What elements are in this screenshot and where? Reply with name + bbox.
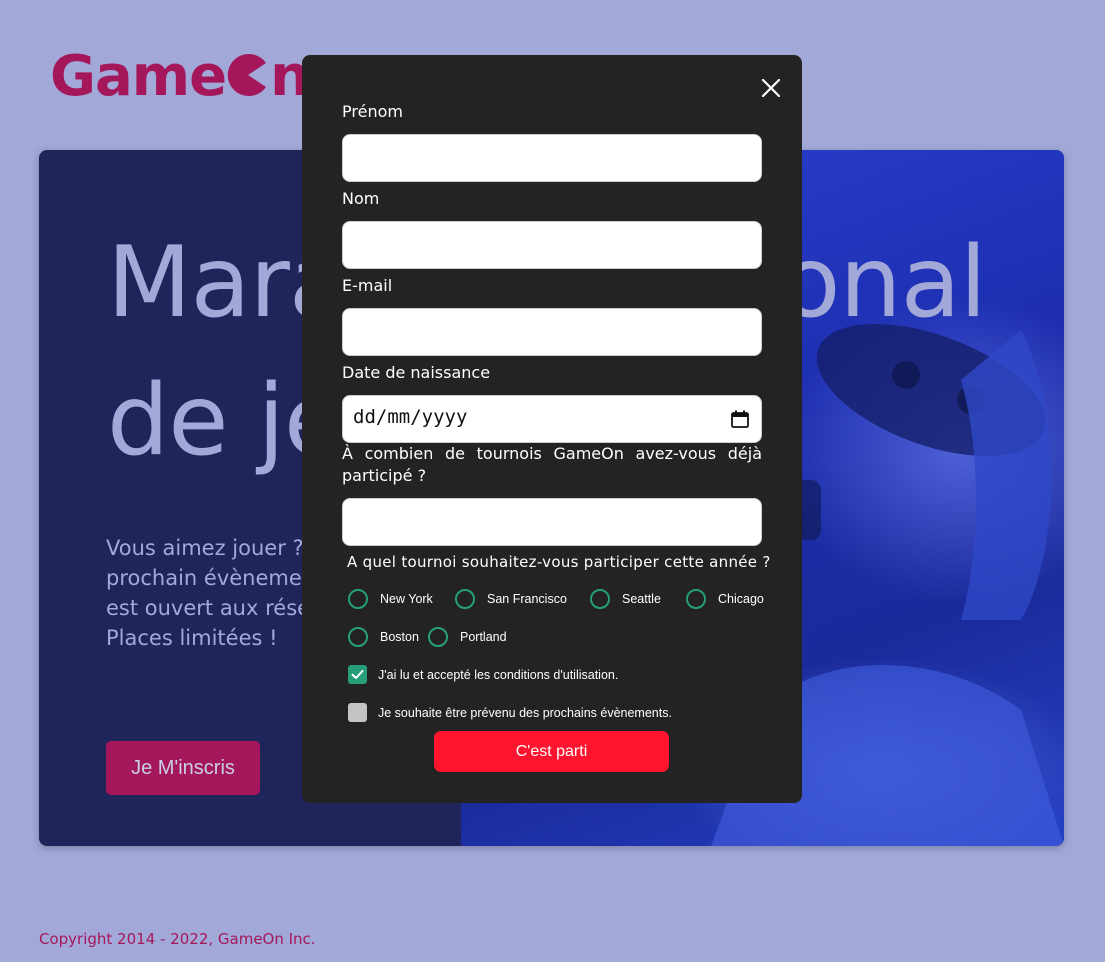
birthdate-input[interactable]: dd/mm/yyyy bbox=[342, 395, 762, 443]
radio-circle[interactable] bbox=[428, 627, 448, 647]
radio-label: Seattle bbox=[622, 592, 661, 606]
radio-seattle[interactable]: Seattle bbox=[590, 589, 661, 609]
tournament-count-input[interactable] bbox=[342, 498, 762, 546]
radio-circle[interactable] bbox=[348, 589, 368, 609]
signup-button[interactable]: Je M'inscris bbox=[106, 741, 260, 795]
radio-portland[interactable]: Portland bbox=[428, 627, 507, 647]
terms-checkbox[interactable]: J'ai lu et accepté les conditions d'util… bbox=[348, 665, 618, 684]
birthdate-placeholder: dd/mm/yyyy bbox=[353, 406, 468, 428]
terms-checkbox-box[interactable] bbox=[348, 665, 367, 684]
terms-checkbox-label: J'ai lu et accepté les conditions d'util… bbox=[378, 667, 619, 682]
tournament-count-label: À combien de tournois GameOn avez-vous d… bbox=[342, 444, 762, 485]
first-name-label: Prénom bbox=[342, 102, 403, 121]
calendar-icon[interactable] bbox=[730, 409, 750, 429]
radio-circle[interactable] bbox=[590, 589, 610, 609]
last-name-input[interactable] bbox=[342, 221, 762, 269]
checkmark-icon bbox=[351, 670, 364, 679]
radio-circle[interactable] bbox=[348, 627, 368, 647]
radio-boston[interactable]: Boston bbox=[348, 627, 419, 647]
birthdate-label: Date de naissance bbox=[342, 363, 491, 382]
newsletter-checkbox-box[interactable] bbox=[348, 703, 367, 722]
radio-label: New York bbox=[380, 592, 433, 606]
last-name-label: Nom bbox=[342, 189, 380, 208]
signup-modal: Prénom Nom E-mail Date de naissance dd/m… bbox=[302, 55, 802, 803]
pacman-logo-icon bbox=[226, 48, 270, 96]
radio-new-york[interactable]: New York bbox=[348, 589, 433, 609]
logo-text-prefix: Game bbox=[50, 44, 227, 109]
radio-label: Portland bbox=[460, 630, 507, 644]
newsletter-checkbox[interactable]: Je souhaite être prévenu des prochains é… bbox=[348, 703, 672, 722]
email-label: E-mail bbox=[342, 276, 393, 295]
close-modal-button[interactable] bbox=[757, 74, 785, 102]
close-icon bbox=[761, 78, 781, 98]
radio-san-francisco[interactable]: San Francisco bbox=[455, 589, 567, 609]
tournament-question: A quel tournoi souhaitez-vous participer… bbox=[347, 553, 771, 571]
submit-button[interactable]: C'est parti bbox=[434, 731, 669, 772]
radio-circle[interactable] bbox=[455, 589, 475, 609]
gameon-logo: Game n bbox=[50, 44, 310, 109]
first-name-input[interactable] bbox=[342, 134, 762, 182]
email-input[interactable] bbox=[342, 308, 762, 356]
radio-label: Boston bbox=[380, 630, 419, 644]
radio-label: San Francisco bbox=[487, 592, 567, 606]
radio-label: Chicago bbox=[718, 592, 764, 606]
newsletter-checkbox-label: Je souhaite être prévenu des prochains é… bbox=[378, 705, 672, 720]
footer-copyright: Copyright 2014 - 2022, GameOn Inc. bbox=[39, 930, 316, 948]
radio-chicago[interactable]: Chicago bbox=[686, 589, 764, 609]
radio-circle[interactable] bbox=[686, 589, 706, 609]
